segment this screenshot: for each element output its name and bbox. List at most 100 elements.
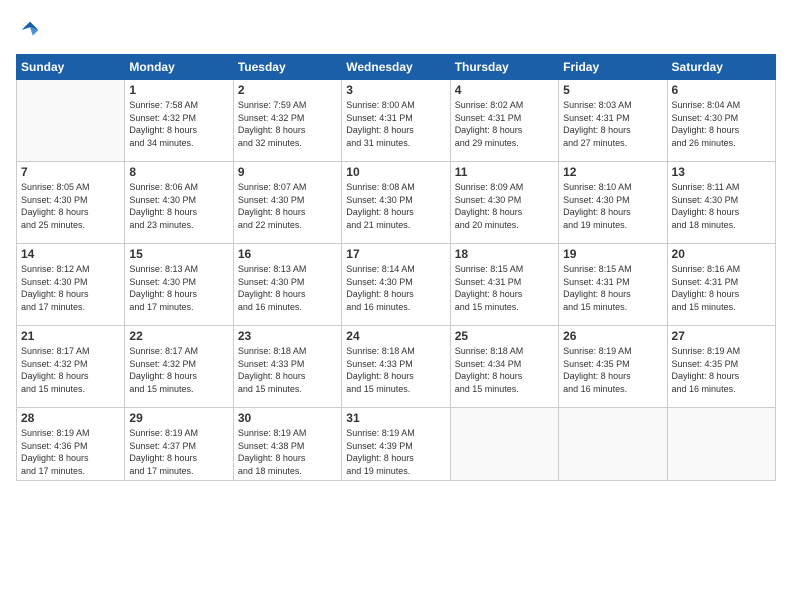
calendar-cell: 4 Sunrise: 8:02 AM Sunset: 4:31 PM Daylig… [450,80,558,162]
calendar-cell: 29 Sunrise: 8:19 AM Sunset: 4:37 PM Dayli… [125,408,233,481]
calendar-cell: 2 Sunrise: 7:59 AM Sunset: 4:32 PM Daylig… [233,80,341,162]
day-info: Sunrise: 8:19 AM Sunset: 4:36 PM Dayligh… [21,427,120,477]
day-number: 27 [672,329,771,343]
weekday-header-friday: Friday [559,55,667,80]
calendar-cell: 25 Sunrise: 8:18 AM Sunset: 4:34 PM Dayli… [450,326,558,408]
day-info: Sunrise: 8:19 AM Sunset: 4:37 PM Dayligh… [129,427,228,477]
weekday-header-sunday: Sunday [17,55,125,80]
day-number: 21 [21,329,120,343]
calendar-cell: 15 Sunrise: 8:13 AM Sunset: 4:30 PM Dayli… [125,244,233,326]
day-info: Sunrise: 8:00 AM Sunset: 4:31 PM Dayligh… [346,99,445,149]
week-row-3: 14 Sunrise: 8:12 AM Sunset: 4:30 PM Dayli… [17,244,776,326]
day-info: Sunrise: 7:58 AM Sunset: 4:32 PM Dayligh… [129,99,228,149]
week-row-5: 28Sunrise: 8:19 AM Sunset: 4:36 PM Dayli… [17,408,776,481]
day-info: Sunrise: 8:02 AM Sunset: 4:31 PM Dayligh… [455,99,554,149]
calendar-cell: 30 Sunrise: 8:19 AM Sunset: 4:38 PM Dayli… [233,408,341,481]
calendar-cell [559,408,667,481]
calendar-cell [667,408,775,481]
day-info: Sunrise: 8:18 AM Sunset: 4:33 PM Dayligh… [238,345,337,395]
day-number: 18 [455,247,554,261]
calendar-cell: 12 Sunrise: 8:10 AM Sunset: 4:30 PM Dayli… [559,162,667,244]
day-number: 24 [346,329,445,343]
calendar-cell: 28Sunrise: 8:19 AM Sunset: 4:36 PM Dayli… [17,408,125,481]
calendar-cell: 20 Sunrise: 8:16 AM Sunset: 4:31 PM Dayli… [667,244,775,326]
calendar-cell: 8 Sunrise: 8:06 AM Sunset: 4:30 PM Daylig… [125,162,233,244]
day-number: 13 [672,165,771,179]
calendar-cell: 23 Sunrise: 8:18 AM Sunset: 4:33 PM Dayli… [233,326,341,408]
day-info: Sunrise: 8:16 AM Sunset: 4:31 PM Dayligh… [672,263,771,313]
day-number: 4 [455,83,554,97]
page-header [16,16,776,44]
calendar-cell: 6 Sunrise: 8:04 AM Sunset: 4:30 PM Daylig… [667,80,775,162]
day-info: Sunrise: 8:14 AM Sunset: 4:30 PM Dayligh… [346,263,445,313]
calendar-table: SundayMondayTuesdayWednesdayThursdayFrid… [16,54,776,481]
week-row-2: 7Sunrise: 8:05 AM Sunset: 4:30 PM Daylig… [17,162,776,244]
calendar-cell: 22Sunrise: 8:17 AM Sunset: 4:32 PM Dayli… [125,326,233,408]
day-info: Sunrise: 8:05 AM Sunset: 4:30 PM Dayligh… [21,181,120,231]
calendar-cell: 13 Sunrise: 8:11 AM Sunset: 4:30 PM Dayli… [667,162,775,244]
calendar-cell [450,408,558,481]
day-info: Sunrise: 8:11 AM Sunset: 4:30 PM Dayligh… [672,181,771,231]
calendar-cell [17,80,125,162]
day-number: 31 [346,411,445,425]
calendar-cell: 31 Sunrise: 8:19 AM Sunset: 4:39 PM Dayli… [342,408,450,481]
day-number: 9 [238,165,337,179]
calendar-cell: 21 Sunrise: 8:17 AM Sunset: 4:32 PM Dayli… [17,326,125,408]
weekday-header-wednesday: Wednesday [342,55,450,80]
calendar-cell: 3 Sunrise: 8:00 AM Sunset: 4:31 PM Daylig… [342,80,450,162]
day-number: 2 [238,83,337,97]
day-number: 23 [238,329,337,343]
day-number: 17 [346,247,445,261]
calendar-cell: 14 Sunrise: 8:12 AM Sunset: 4:30 PM Dayli… [17,244,125,326]
day-number: 5 [563,83,662,97]
day-number: 14 [21,247,120,261]
day-info: Sunrise: 8:18 AM Sunset: 4:34 PM Dayligh… [455,345,554,395]
calendar-cell: 18Sunrise: 8:15 AM Sunset: 4:31 PM Dayli… [450,244,558,326]
day-info: Sunrise: 8:19 AM Sunset: 4:35 PM Dayligh… [563,345,662,395]
logo-icon [16,16,44,44]
day-info: Sunrise: 8:17 AM Sunset: 4:32 PM Dayligh… [21,345,120,395]
day-info: Sunrise: 8:19 AM Sunset: 4:38 PM Dayligh… [238,427,337,477]
day-number: 10 [346,165,445,179]
calendar-cell: 24 Sunrise: 8:18 AM Sunset: 4:33 PM Dayli… [342,326,450,408]
day-info: Sunrise: 8:19 AM Sunset: 4:35 PM Dayligh… [672,345,771,395]
day-info: Sunrise: 8:19 AM Sunset: 4:39 PM Dayligh… [346,427,445,477]
day-info: Sunrise: 8:18 AM Sunset: 4:33 PM Dayligh… [346,345,445,395]
day-info: Sunrise: 8:15 AM Sunset: 4:31 PM Dayligh… [563,263,662,313]
day-number: 16 [238,247,337,261]
day-info: Sunrise: 8:04 AM Sunset: 4:30 PM Dayligh… [672,99,771,149]
day-number: 6 [672,83,771,97]
day-info: Sunrise: 8:12 AM Sunset: 4:30 PM Dayligh… [21,263,120,313]
day-info: Sunrise: 8:13 AM Sunset: 4:30 PM Dayligh… [238,263,337,313]
day-info: Sunrise: 8:06 AM Sunset: 4:30 PM Dayligh… [129,181,228,231]
day-info: Sunrise: 8:08 AM Sunset: 4:30 PM Dayligh… [346,181,445,231]
day-info: Sunrise: 7:59 AM Sunset: 4:32 PM Dayligh… [238,99,337,149]
weekday-header-tuesday: Tuesday [233,55,341,80]
day-number: 29 [129,411,228,425]
day-number: 19 [563,247,662,261]
weekday-header-saturday: Saturday [667,55,775,80]
day-number: 3 [346,83,445,97]
calendar-cell: 26Sunrise: 8:19 AM Sunset: 4:35 PM Dayli… [559,326,667,408]
day-info: Sunrise: 8:13 AM Sunset: 4:30 PM Dayligh… [129,263,228,313]
calendar-cell: 11Sunrise: 8:09 AM Sunset: 4:30 PM Dayli… [450,162,558,244]
calendar-cell: 10 Sunrise: 8:08 AM Sunset: 4:30 PM Dayli… [342,162,450,244]
day-number: 11 [455,165,554,179]
week-row-1: 1 Sunrise: 7:58 AM Sunset: 4:32 PM Daylig… [17,80,776,162]
day-number: 20 [672,247,771,261]
day-number: 25 [455,329,554,343]
day-info: Sunrise: 8:07 AM Sunset: 4:30 PM Dayligh… [238,181,337,231]
day-number: 15 [129,247,228,261]
day-info: Sunrise: 8:10 AM Sunset: 4:30 PM Dayligh… [563,181,662,231]
day-number: 30 [238,411,337,425]
day-number: 22 [129,329,228,343]
calendar-cell: 9 Sunrise: 8:07 AM Sunset: 4:30 PM Daylig… [233,162,341,244]
day-number: 1 [129,83,228,97]
logo [16,16,48,44]
day-number: 8 [129,165,228,179]
day-number: 12 [563,165,662,179]
calendar-cell: 7Sunrise: 8:05 AM Sunset: 4:30 PM Daylig… [17,162,125,244]
calendar-cell: 16 Sunrise: 8:13 AM Sunset: 4:30 PM Dayli… [233,244,341,326]
weekday-header-row: SundayMondayTuesdayWednesdayThursdayFrid… [17,55,776,80]
calendar-cell: 1 Sunrise: 7:58 AM Sunset: 4:32 PM Daylig… [125,80,233,162]
